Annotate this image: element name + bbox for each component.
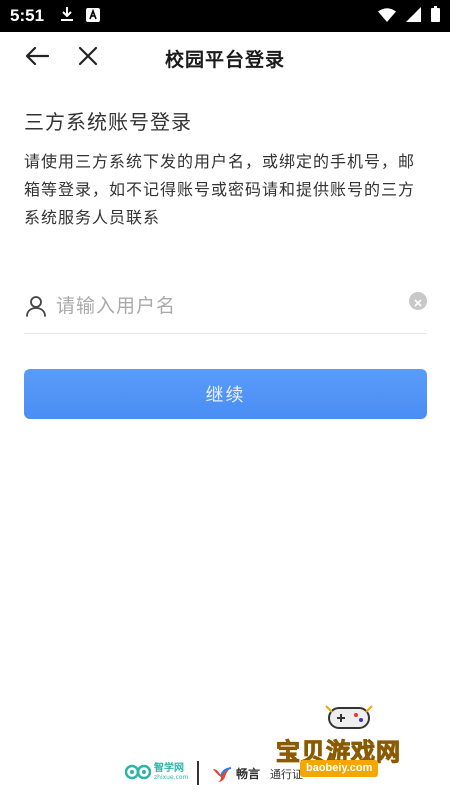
zhixue-domain: zhixue.com [154,774,189,781]
login-description: 请使用三方系统下发的用户名，或绑定的手机号，邮箱等登录，如不记得账号或密码请和提… [24,152,416,227]
close-button[interactable] [72,42,104,74]
page-title: 校园平台登录 [164,48,285,71]
footer-divider [197,761,199,785]
app-header: 校园平台登录 [0,32,450,84]
zhixue-logo: 智学网 zhixue.com [125,763,188,781]
status-time: 5:51 [10,6,45,25]
username-input[interactable] [56,294,386,317]
clear-icon [414,292,422,311]
app-notification-icon [86,7,101,26]
owl-icon [125,764,151,780]
close-icon [78,46,98,70]
continue-button[interactable]: 继续 [24,369,427,419]
username-field [24,278,427,334]
section-title: 三方系统账号登录 [24,110,192,134]
status-system-icons [378,6,440,26]
watermark: 宝贝游戏网 baobeiy.com [272,700,432,790]
gamepad-icon [325,705,373,729]
changyan-name: 畅言 [236,767,261,781]
bird-icon [213,766,232,782]
user-icon [24,294,48,318]
watermark-url: baobeiy.com [300,760,379,777]
download-icon [60,6,74,26]
status-notification-icons [60,6,101,26]
status-bar: 5:51 [0,0,450,32]
signal-icon [406,6,421,26]
clear-input-button[interactable] [409,292,427,310]
back-button[interactable] [21,42,53,74]
zhixue-name: 智学网 [154,763,184,774]
back-arrow-icon [25,46,50,70]
battery-icon [431,6,440,26]
wifi-icon [378,7,396,26]
